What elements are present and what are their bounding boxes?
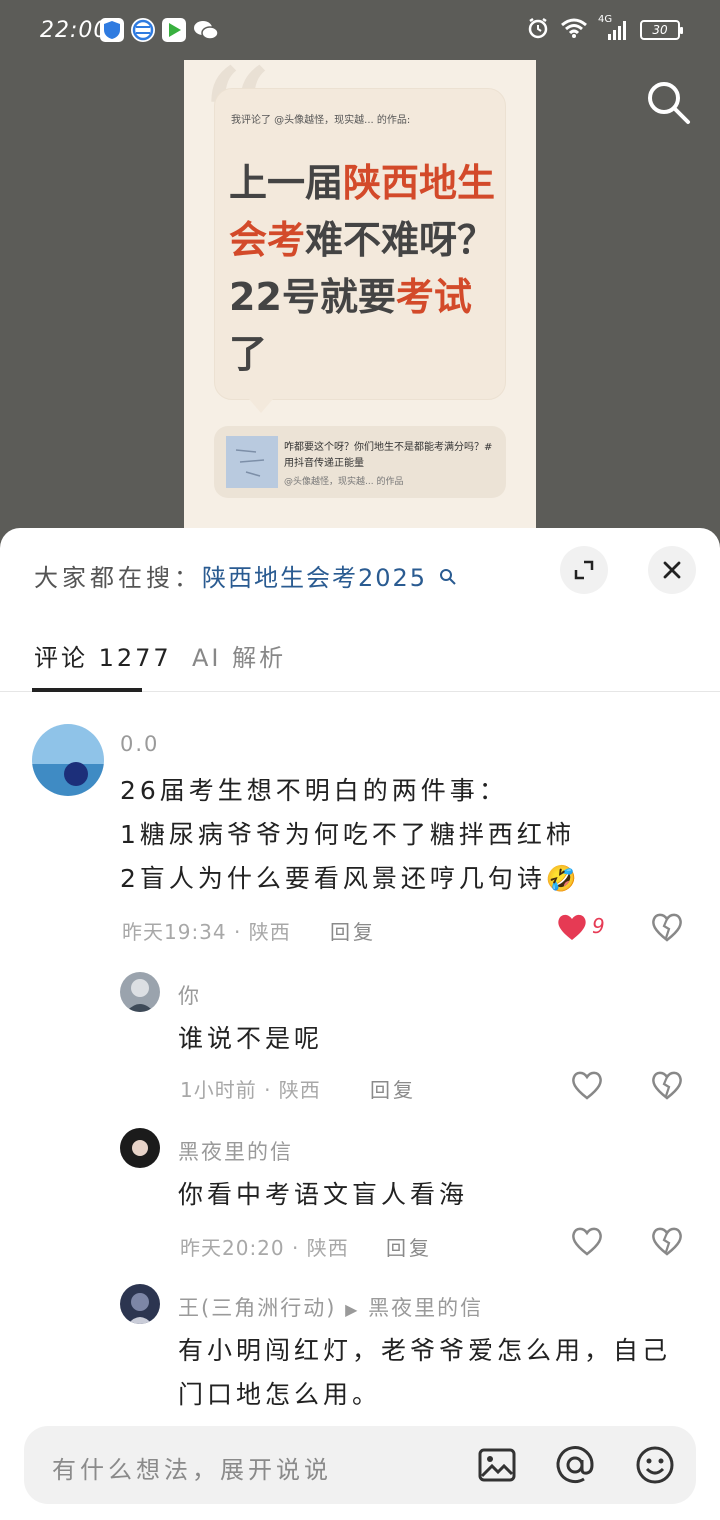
search-icon[interactable]	[644, 78, 692, 126]
tab-comments[interactable]: 评论 1277	[34, 638, 172, 673]
comment-username[interactable]: 你	[178, 980, 201, 1010]
close-button[interactable]	[648, 546, 696, 594]
post-thumbnail	[226, 436, 278, 488]
comment-tabs: 评论 1277 AI 解析	[0, 624, 720, 692]
tab-ai-analysis[interactable]: AI 解析	[192, 638, 286, 673]
hot-search[interactable]: 大家都在搜：陕西地生会考2025	[34, 558, 457, 593]
post-text: 咋都要这个呀？你们地生不是都能考满分吗？#用抖音传递正能量	[284, 442, 493, 469]
browser-app-icon	[131, 18, 155, 42]
headline-highlight: 考试	[395, 275, 472, 319]
avatar[interactable]	[32, 724, 104, 796]
comment-line: 门口地怎么用。	[178, 1380, 382, 1409]
reply-to-username[interactable]: 黑夜里的信	[368, 1296, 483, 1320]
comment-username[interactable]: 黑夜里的信	[178, 1136, 293, 1166]
like-count: 9	[592, 914, 605, 938]
close-icon	[663, 561, 681, 579]
comment-input-placeholder[interactable]: 有什么想法，展开说说	[52, 1450, 332, 1485]
reply-username[interactable]: 王(三角洲行动)	[178, 1296, 336, 1320]
cellular-signal-icon: 4G	[598, 14, 630, 42]
app-screen: 22:00 4G 30 “	[0, 0, 720, 1520]
post-author: @头像越怪，现实越... 的作品	[284, 477, 404, 487]
comment-bubble: 我评论了 @头像越怪，现实越... 的作品: 上一届陕西地生会考难不难呀？22号…	[214, 88, 506, 413]
heart-outline-icon	[572, 1227, 602, 1256]
dislike-button[interactable]	[650, 1068, 684, 1102]
status-bar: 22:00 4G 30	[0, 0, 720, 60]
reply-button[interactable]: 回复	[330, 916, 376, 945]
comment-username[interactable]: 0.0	[120, 732, 159, 756]
broken-heart-icon	[652, 913, 682, 942]
original-post-card[interactable]: 咋都要这个呀？你们地生不是都能考满分吗？#用抖音传递正能量 @头像越怪，现实越.…	[214, 426, 506, 498]
alarm-icon	[526, 16, 550, 44]
dislike-button[interactable]	[650, 1224, 684, 1258]
status-right: 4G 30	[526, 14, 683, 44]
shield-app-icon	[100, 18, 124, 42]
avatar[interactable]	[120, 1128, 160, 1168]
emoji-button[interactable]	[634, 1444, 676, 1486]
reply-arrow-icon: ▶	[345, 1300, 360, 1319]
avatar[interactable]	[120, 1284, 160, 1324]
headline-part: 了	[229, 332, 268, 376]
like-button[interactable]	[570, 1068, 604, 1102]
comment-meta: 昨天20:20 · 陕西	[180, 1236, 349, 1260]
bubble-header: 我评论了 @头像越怪，现实越... 的作品:	[231, 115, 411, 126]
comment-input-bar[interactable]: 有什么想法，展开说说	[24, 1426, 696, 1504]
comment-line: 2盲人为什么要看风景还哼几句诗🤣	[120, 864, 582, 893]
battery-indicator: 30	[640, 20, 683, 40]
video-preview[interactable]: “ 我评论了 @头像越怪，现实越... 的作品: 上一届陕西地生会考难不难呀？2…	[184, 50, 536, 530]
comment-meta: 1小时前 · 陕西	[180, 1078, 321, 1102]
like-button[interactable]	[570, 1224, 604, 1258]
bubble-headline: 上一届陕西地生会考难不难呀？22号就要考试了	[229, 155, 499, 383]
play-app-icon	[162, 18, 186, 42]
comment-line: 你看中考语文盲人看海	[178, 1180, 469, 1209]
comment-line: 1糖尿病爷爷为何吃不了糖拌西红柿	[120, 820, 575, 849]
heart-outline-icon	[572, 1071, 602, 1100]
at-icon	[556, 1446, 594, 1484]
broken-heart-icon	[652, 1071, 682, 1100]
dislike-button[interactable]	[650, 910, 684, 944]
wifi-icon	[560, 17, 588, 43]
comment-line: 谁说不是呢	[178, 1024, 324, 1053]
network-type: 4G	[598, 14, 613, 25]
avatar[interactable]	[120, 972, 160, 1012]
comment-line: 26届考生想不明白的两件事：	[120, 776, 508, 805]
broken-heart-icon	[652, 1227, 682, 1256]
comment-line: 有小明闯红灯，老爷爷爱怎么用，自己	[178, 1336, 672, 1365]
comment-username[interactable]: 王(三角洲行动) ▶ 黑夜里的信	[178, 1292, 483, 1322]
reply-button[interactable]: 回复	[386, 1232, 432, 1261]
hot-search-label: 大家都在搜：	[34, 564, 202, 592]
expand-button[interactable]	[560, 546, 608, 594]
heart-filled-icon	[558, 914, 586, 940]
comment-sheet: 大家都在搜：陕西地生会考2025 评论 1277 AI 解析 0.0 26届考生…	[0, 528, 720, 1520]
emoji-icon	[636, 1446, 674, 1484]
hot-search-keyword[interactable]: 陕西地生会考2025	[202, 564, 427, 592]
reply-button[interactable]: 回复	[370, 1074, 416, 1103]
expand-icon	[574, 560, 594, 580]
mention-button[interactable]	[554, 1444, 596, 1486]
image-icon	[478, 1448, 516, 1482]
image-picker-button[interactable]	[476, 1444, 518, 1486]
search-small-icon	[439, 564, 457, 592]
headline-part: 上一届	[229, 161, 344, 205]
status-time: 22:00	[40, 18, 109, 43]
comment-meta: 昨天19:34 · 陕西	[122, 920, 291, 944]
tab-indicator	[32, 688, 142, 692]
like-button[interactable]	[555, 910, 589, 944]
